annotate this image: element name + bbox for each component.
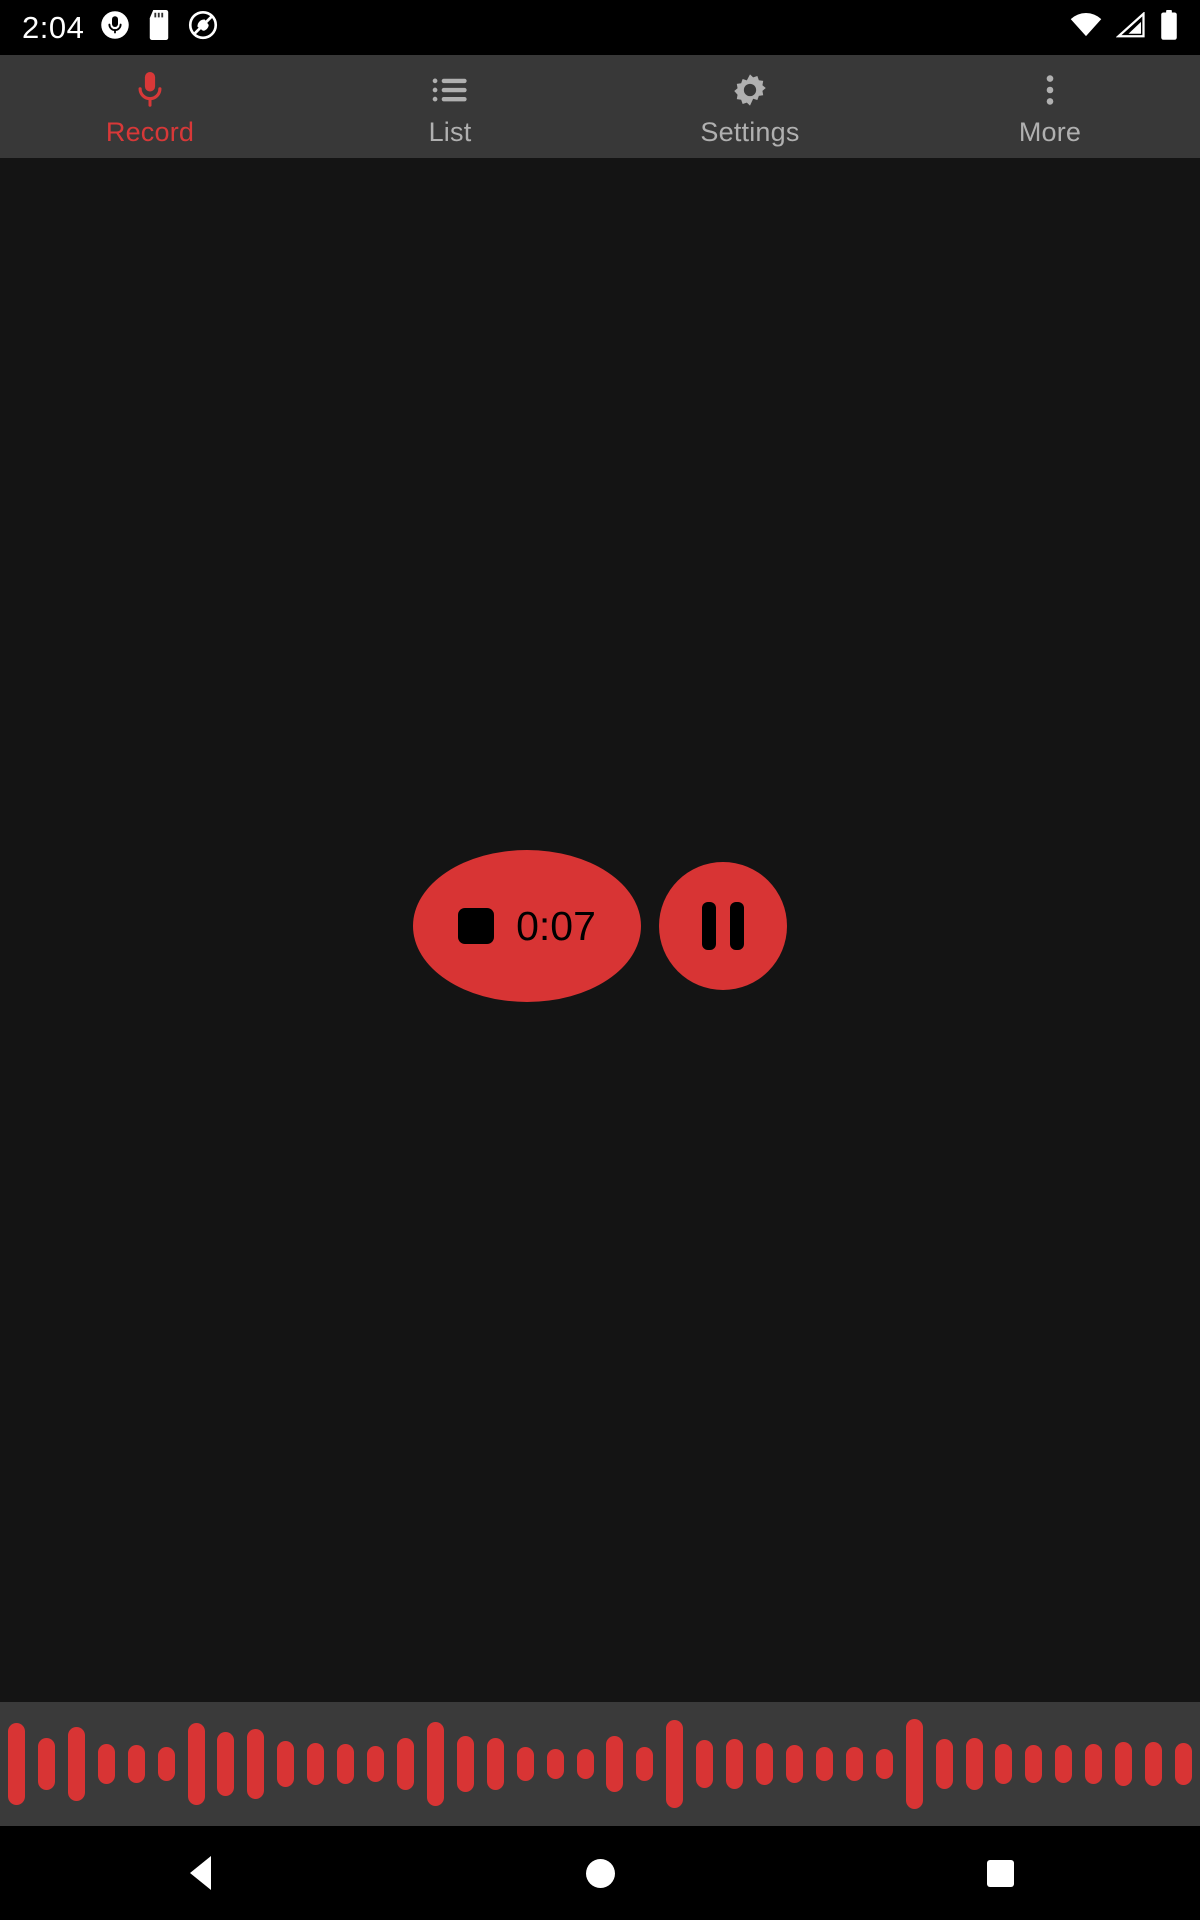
waveform-bar	[157, 1747, 175, 1781]
waveform-bar	[935, 1739, 953, 1789]
main-tab-bar: Record List Settings More	[0, 55, 1200, 158]
microphone-icon	[132, 70, 168, 110]
waveform-bar	[696, 1740, 714, 1788]
tab-more-label: More	[1018, 116, 1082, 147]
waveform-bar	[486, 1738, 504, 1790]
home-circle-icon	[585, 1858, 615, 1888]
gear-icon	[732, 70, 768, 110]
waveform-bar	[1025, 1745, 1043, 1783]
status-bar-clock: 2:04	[22, 9, 85, 45]
nav-back-button[interactable]	[0, 1826, 400, 1920]
waveform-bar	[785, 1745, 803, 1783]
waveform-bar	[307, 1743, 325, 1785]
nav-home-button[interactable]	[400, 1826, 800, 1920]
recents-square-icon	[986, 1859, 1014, 1887]
waveform-bar	[666, 1720, 684, 1808]
waveform-bar	[726, 1739, 744, 1789]
tab-settings[interactable]: Settings	[600, 55, 900, 158]
tab-record-label: Record	[105, 116, 195, 147]
waveform-bar	[1174, 1743, 1192, 1785]
waveform-bar	[67, 1727, 85, 1801]
waveform-bar	[576, 1749, 594, 1779]
status-bar-right	[1070, 10, 1178, 45]
waveform-bar	[247, 1729, 265, 1799]
waveform-bar	[337, 1744, 355, 1784]
status-bar: 2:04	[0, 0, 1200, 55]
list-icon	[432, 70, 468, 110]
battery-icon	[1160, 10, 1178, 45]
waveform-bar	[546, 1749, 564, 1779]
pause-icon	[702, 902, 716, 950]
pause-icon-bar-2	[730, 902, 744, 950]
waveform-bar	[1145, 1742, 1163, 1786]
wifi-icon	[1070, 12, 1102, 43]
waveform-bar	[1055, 1745, 1073, 1783]
cellular-signal-icon	[1115, 11, 1146, 43]
waveform-bar	[875, 1749, 893, 1779]
voice-recorder-app: 2:04 Record List Settings More 0:07	[0, 0, 1200, 1920]
audio-waveform-visualizer	[0, 1702, 1200, 1826]
elapsed-time-label: 0:07	[516, 902, 596, 949]
waveform-bar	[217, 1732, 235, 1796]
waveform-bar	[905, 1719, 923, 1809]
waveform-bar	[37, 1738, 55, 1790]
nav-recents-button[interactable]	[800, 1826, 1200, 1920]
waveform-bar	[965, 1738, 983, 1790]
tab-list-label: List	[428, 116, 472, 147]
waveform-bar	[636, 1747, 654, 1781]
waveform-bar	[606, 1736, 624, 1792]
do-not-disturb-icon	[188, 10, 218, 45]
more-vertical-icon	[1032, 70, 1068, 110]
waveform-bar	[396, 1738, 414, 1790]
waveform-bar	[426, 1722, 444, 1806]
waveform-bar	[516, 1747, 534, 1781]
android-navigation-bar	[0, 1826, 1200, 1920]
waveform-bar	[995, 1744, 1013, 1784]
waveform-bar	[456, 1736, 474, 1792]
waveform-bar	[277, 1741, 295, 1787]
waveform-bar	[127, 1745, 145, 1783]
tab-record[interactable]: Record	[0, 55, 300, 158]
waveform-bar	[1115, 1742, 1133, 1786]
waveform-bar	[756, 1743, 774, 1785]
status-bar-left: 2:04	[22, 10, 218, 46]
waveform-bar	[1085, 1744, 1103, 1784]
recording-stage: 0:07	[0, 158, 1200, 1702]
tab-settings-label: Settings	[700, 116, 800, 147]
tab-list[interactable]: List	[300, 55, 600, 158]
stop-square-icon	[458, 908, 495, 944]
sd-card-icon	[146, 10, 172, 45]
tab-more[interactable]: More	[900, 55, 1200, 158]
waveform-bar	[367, 1746, 385, 1782]
recording-controls: 0:07	[0, 850, 1200, 1002]
waveform-bar	[187, 1723, 205, 1805]
stop-recording-button[interactable]: 0:07	[413, 850, 641, 1002]
pause-recording-button[interactable]	[659, 862, 787, 990]
waveform-bar	[815, 1747, 833, 1781]
waveform-bar	[8, 1723, 25, 1805]
waveform-bar	[845, 1747, 863, 1781]
waveform-bar	[97, 1744, 115, 1784]
back-triangle-icon	[189, 1856, 211, 1890]
microphone-circle-icon	[100, 10, 130, 45]
